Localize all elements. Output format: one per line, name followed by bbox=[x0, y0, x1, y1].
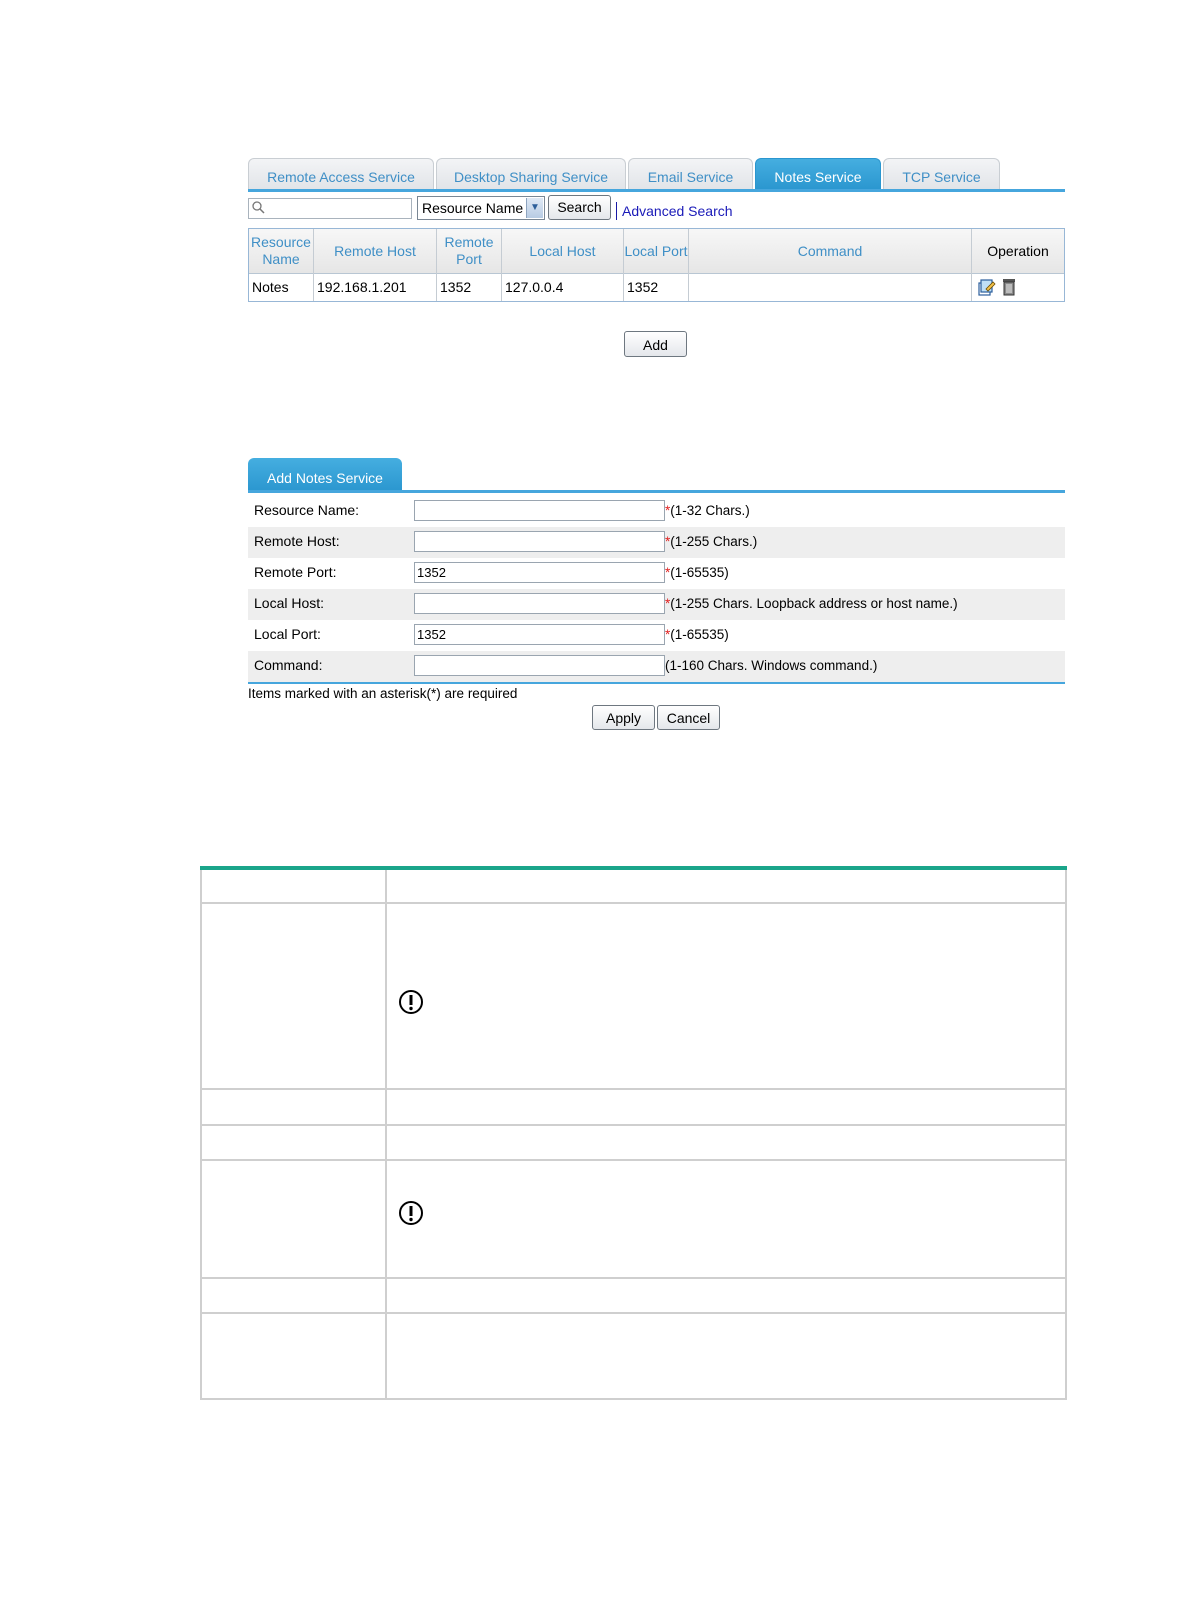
caution-icon bbox=[399, 990, 423, 1014]
field-label: Command: bbox=[254, 657, 323, 673]
field-label: Resource Name: bbox=[254, 502, 360, 518]
tab-notes-service[interactable]: Notes Service bbox=[755, 158, 881, 190]
form-tab-underline bbox=[248, 490, 1065, 493]
doc-table-divider bbox=[385, 1161, 387, 1277]
local-host-input[interactable] bbox=[414, 593, 665, 614]
doc-table-divider bbox=[385, 1279, 387, 1312]
field-label: Local Port: bbox=[254, 626, 321, 642]
doc-table-row bbox=[200, 1314, 1067, 1400]
command-input[interactable] bbox=[414, 655, 665, 676]
cell-local-port: 1352 bbox=[624, 273, 689, 301]
field-hint: (1-160 Chars. Windows command.) bbox=[665, 658, 877, 673]
search-separator bbox=[616, 202, 617, 220]
resource-name-input[interactable] bbox=[414, 500, 665, 521]
search-input[interactable] bbox=[267, 200, 407, 217]
doc-table-divider bbox=[385, 1314, 387, 1398]
search-button[interactable]: Search bbox=[548, 195, 611, 220]
form-row-local-host: Local Host: *(1-255 Chars. Loopback addr… bbox=[248, 589, 1065, 620]
hint-text: (1-65535) bbox=[670, 627, 729, 642]
hint-text: (1-255 Chars.) bbox=[670, 534, 758, 549]
tab-desktop-sharing-service[interactable]: Desktop Sharing Service bbox=[436, 158, 626, 190]
form-row-resource-name: Resource Name: *(1-32 Chars.) bbox=[248, 496, 1065, 527]
cell-remote-host: 192.168.1.201 bbox=[314, 273, 437, 301]
cancel-button[interactable]: Cancel bbox=[657, 705, 720, 730]
field-label: Remote Port: bbox=[254, 564, 337, 580]
doc-table-row bbox=[200, 1126, 1067, 1161]
trash-icon[interactable] bbox=[1001, 277, 1017, 297]
advanced-search-link[interactable]: Advanced Search bbox=[622, 203, 733, 219]
remote-port-input[interactable] bbox=[414, 562, 665, 583]
doc-table-divider bbox=[385, 1126, 387, 1159]
search-icon bbox=[252, 201, 265, 214]
add-button[interactable]: Add bbox=[624, 331, 687, 357]
doc-table-divider bbox=[385, 904, 387, 1088]
doc-table-row bbox=[200, 904, 1067, 1090]
doc-table-row bbox=[200, 1279, 1067, 1314]
add-notes-service-tab[interactable]: Add Notes Service bbox=[248, 458, 402, 492]
cell-local-host: 127.0.0.4 bbox=[502, 273, 624, 301]
tab-email-service[interactable]: Email Service bbox=[628, 158, 753, 190]
hint-text: (1-65535) bbox=[670, 565, 729, 580]
cell-resource-name: Notes bbox=[249, 273, 314, 301]
search-field-selected: Resource Name bbox=[422, 200, 524, 216]
field-label: Local Host: bbox=[254, 595, 325, 611]
doc-table-divider bbox=[385, 870, 387, 902]
search-box[interactable] bbox=[248, 198, 412, 219]
caution-icon bbox=[399, 1201, 423, 1225]
edit-icon[interactable] bbox=[977, 277, 997, 297]
required-note: Items marked with an asterisk(*) are req… bbox=[248, 686, 518, 701]
resource-table: Resource Name Remote Host Remote Port Lo… bbox=[248, 228, 1065, 302]
cell-operation bbox=[972, 273, 1064, 301]
apply-button[interactable]: Apply bbox=[592, 705, 655, 730]
col-header-resource-name[interactable]: Resource Name bbox=[249, 229, 314, 273]
remote-host-input[interactable] bbox=[414, 531, 665, 552]
col-header-remote-port[interactable]: Remote Port bbox=[437, 229, 502, 273]
field-hint: *(1-255 Chars.) bbox=[665, 534, 757, 549]
chevron-down-icon[interactable]: ▼ bbox=[526, 198, 543, 218]
hint-text: (1-255 Chars. Loopback address or host n… bbox=[670, 596, 958, 611]
form-row-local-port: Local Port: *(1-65535) bbox=[248, 620, 1065, 651]
cell-remote-port: 1352 bbox=[437, 273, 502, 301]
col-header-local-host[interactable]: Local Host bbox=[502, 229, 624, 273]
cell-command bbox=[689, 273, 972, 301]
field-hint: *(1-65535) bbox=[665, 627, 729, 642]
field-hint: *(1-65535) bbox=[665, 565, 729, 580]
col-header-operation: Operation bbox=[987, 242, 1049, 259]
field-label: Remote Host: bbox=[254, 533, 340, 549]
tab-remote-access-service[interactable]: Remote Access Service bbox=[248, 158, 434, 190]
local-port-input[interactable] bbox=[414, 624, 665, 645]
col-header-local-port[interactable]: Local Port bbox=[624, 229, 689, 273]
doc-table-divider bbox=[385, 1090, 387, 1124]
col-header-remote-host[interactable]: Remote Host bbox=[314, 229, 437, 273]
field-hint: *(1-32 Chars.) bbox=[665, 503, 750, 518]
hint-text: (1-32 Chars.) bbox=[670, 503, 750, 518]
form-row-command: Command: (1-160 Chars. Windows command.) bbox=[248, 651, 1065, 682]
search-field-select[interactable]: Resource Name ▼ bbox=[417, 196, 545, 220]
tab-tcp-service[interactable]: TCP Service bbox=[883, 158, 1000, 190]
field-hint: *(1-255 Chars. Loopback address or host … bbox=[665, 596, 958, 611]
tab-underline bbox=[248, 189, 1065, 192]
doc-table-row bbox=[200, 1090, 1067, 1126]
form-row-remote-port: Remote Port: *(1-65535) bbox=[248, 558, 1065, 589]
form-bottom-rule bbox=[248, 682, 1065, 684]
doc-table-row bbox=[200, 1161, 1067, 1279]
doc-table-row bbox=[200, 870, 1067, 904]
hint-text: (1-160 Chars. Windows command.) bbox=[665, 658, 878, 673]
form-row-remote-host: Remote Host: *(1-255 Chars.) bbox=[248, 527, 1065, 558]
col-header-command[interactable]: Command bbox=[689, 229, 972, 273]
